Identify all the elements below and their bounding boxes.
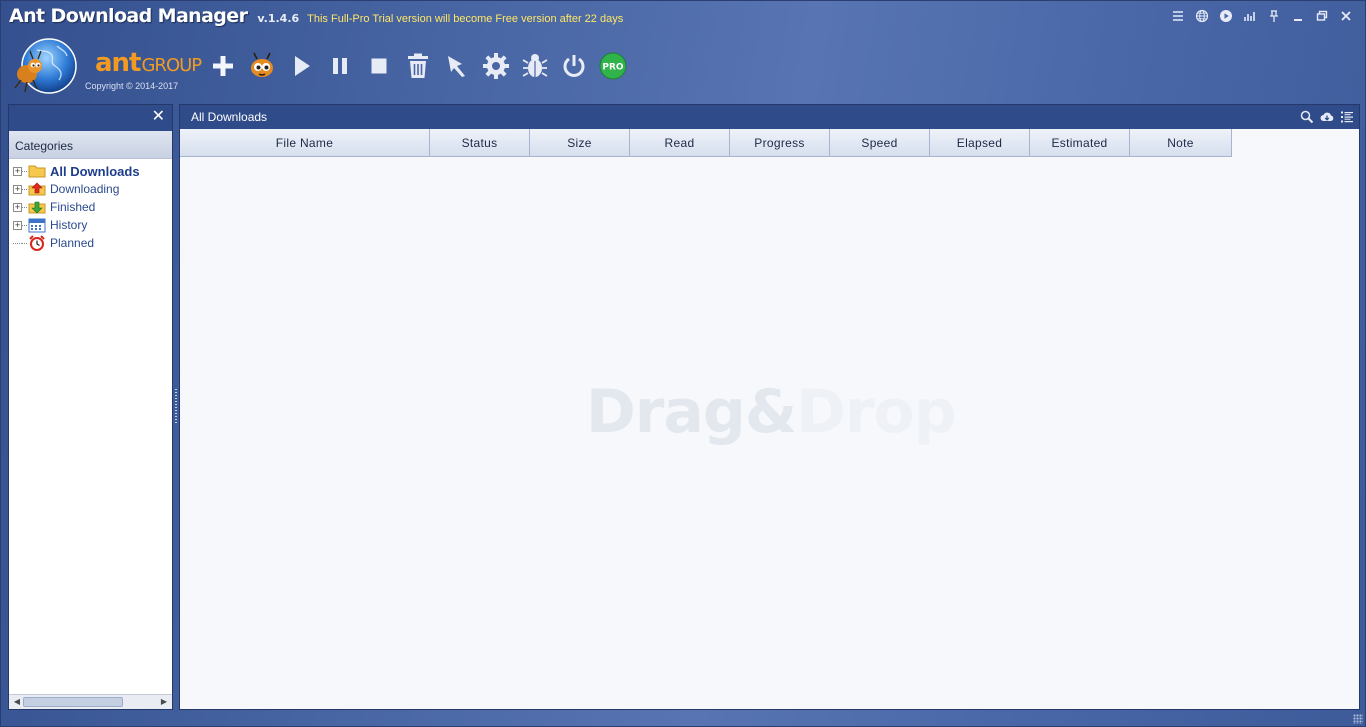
close-icon[interactable] — [1337, 7, 1355, 23]
column-speed[interactable]: Speed — [830, 129, 930, 157]
category-finished[interactable]: + Finished — [9, 198, 172, 216]
stop-button[interactable] — [359, 46, 398, 86]
main-toolbar: PRO — [203, 46, 632, 86]
app-title: Ant Download Manager — [9, 5, 248, 27]
pause-button[interactable] — [320, 46, 359, 86]
rocket-button[interactable] — [437, 46, 476, 86]
app-window: Ant Download Manager v.1.4.6 This Full-P… — [0, 0, 1366, 727]
watermark-drag: Drag& — [586, 377, 797, 447]
status-bar — [1, 710, 1365, 726]
drag-and-drop-watermark: Drag&Drop — [586, 377, 957, 447]
downloads-panel-title: All Downloads — [191, 110, 268, 124]
title-bar: Ant Download Manager v.1.4.6 This Full-P… — [9, 5, 623, 31]
column-status[interactable]: Status — [430, 129, 530, 157]
rocket-icon — [447, 56, 465, 77]
ant-icon — [250, 52, 273, 77]
splitter-grip-icon[interactable] — [175, 389, 177, 425]
trash-icon — [407, 53, 428, 78]
downloads-panel: All Downloads File Name Status Size Read… — [179, 104, 1360, 710]
delete-button[interactable] — [398, 46, 437, 86]
minimize-icon[interactable] — [1289, 7, 1307, 23]
svg-text:PRO: PRO — [602, 63, 624, 73]
column-list-icon[interactable] — [1339, 109, 1355, 125]
power-icon — [563, 55, 584, 77]
app-version: v.1.4.6 — [257, 12, 300, 25]
bug-icon — [522, 54, 547, 77]
scroll-left-icon[interactable]: ◀ — [11, 696, 23, 708]
settings-button[interactable] — [476, 46, 515, 86]
category-label: All Downloads — [50, 163, 140, 179]
stop-icon — [371, 58, 386, 74]
category-label: Planned — [50, 236, 95, 250]
categories-panel-header: ✕ — [9, 105, 172, 131]
restore-icon[interactable] — [1313, 7, 1331, 23]
download-arrow-icon — [28, 181, 46, 197]
downloads-table-header: File Name Status Size Read Progress Spee… — [180, 129, 1359, 157]
globe-icon[interactable] — [1193, 7, 1211, 23]
scrollbar-thumb[interactable] — [23, 697, 123, 707]
pro-badge-icon: PRO — [599, 52, 626, 80]
brand-group: GROUP — [141, 55, 202, 76]
downloads-panel-header: All Downloads — [180, 105, 1359, 129]
cloud-download-icon[interactable] — [1319, 109, 1335, 125]
brand-wordmark: ant GROUP — [95, 48, 202, 78]
category-tree: + All Downloads + Downloading + Finished — [9, 159, 172, 252]
finished-arrow-icon — [28, 199, 46, 215]
expand-icon[interactable]: + — [13, 166, 22, 176]
trial-notice: This Full-Pro Trial version will become … — [307, 13, 624, 25]
categories-heading: Categories — [9, 131, 172, 159]
chart-icon[interactable] — [1241, 7, 1259, 23]
categories-panel: ✕ Categories + All Downloads + Downloadi… — [8, 104, 173, 710]
pause-icon — [332, 58, 347, 74]
category-planned[interactable]: Planned — [9, 234, 172, 252]
category-label: Finished — [50, 200, 96, 214]
scroll-right-icon[interactable]: ▶ — [158, 696, 170, 708]
category-history[interactable]: + History — [9, 216, 172, 234]
column-size[interactable]: Size — [530, 129, 630, 157]
pro-button[interactable]: PRO — [593, 46, 632, 86]
panel-close-icon[interactable]: ✕ — [152, 108, 165, 126]
alarm-clock-icon — [28, 235, 46, 251]
plus-icon — [212, 56, 233, 76]
column-estimated[interactable]: Estimated — [1030, 129, 1130, 157]
calendar-icon — [28, 217, 46, 233]
expand-icon[interactable]: + — [13, 184, 22, 194]
category-all-downloads[interactable]: + All Downloads — [9, 162, 172, 180]
category-downloading[interactable]: + Downloading — [9, 180, 172, 198]
column-elapsed[interactable]: Elapsed — [930, 129, 1030, 157]
brand-logo: ant GROUP Copyright © 2014-2017 — [9, 34, 202, 100]
column-progress[interactable]: Progress — [730, 129, 830, 157]
panel-tools — [1299, 109, 1355, 125]
pin-icon[interactable] — [1265, 7, 1283, 23]
column-file-name[interactable]: File Name — [180, 129, 430, 157]
expand-icon[interactable]: + — [13, 202, 22, 212]
globe-ant-logo-icon — [14, 38, 77, 94]
brand-ant: ant — [95, 48, 141, 78]
start-button[interactable] — [281, 46, 320, 86]
shutdown-button[interactable] — [554, 46, 593, 86]
category-label: Downloading — [50, 182, 120, 196]
category-label: History — [50, 218, 88, 232]
gear-icon — [482, 53, 509, 79]
play-icon — [294, 56, 310, 76]
copyright-text: Copyright © 2014-2017 — [85, 81, 179, 91]
search-icon[interactable] — [1299, 109, 1315, 125]
menu-icon[interactable] — [1169, 7, 1187, 23]
window-controls — [1169, 7, 1355, 23]
ant-mascot-button[interactable] — [242, 46, 281, 86]
add-url-button[interactable] — [203, 46, 242, 86]
resize-grip-icon[interactable] — [1353, 714, 1363, 724]
bug-report-button[interactable] — [515, 46, 554, 86]
column-read[interactable]: Read — [630, 129, 730, 157]
expand-icon[interactable]: + — [13, 220, 22, 230]
column-note[interactable]: Note — [1130, 129, 1232, 157]
watermark-drop: Drop — [796, 377, 957, 447]
play-circle-icon[interactable] — [1217, 7, 1235, 23]
folder-icon — [28, 163, 46, 179]
horizontal-scrollbar[interactable]: ◀ ▶ — [9, 694, 172, 709]
